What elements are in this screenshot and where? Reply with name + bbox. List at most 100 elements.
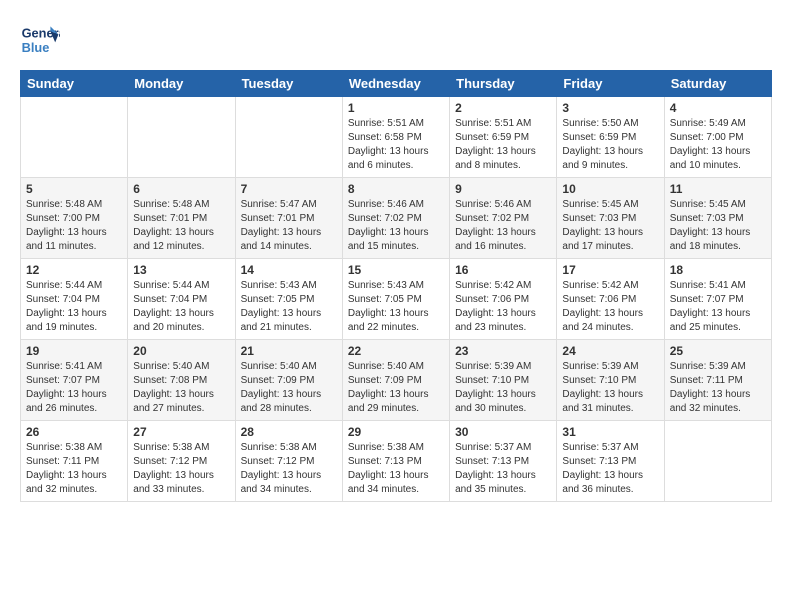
day-number: 17 — [562, 263, 658, 277]
weekday-header-thursday: Thursday — [450, 71, 557, 97]
day-cell: 17Sunrise: 5:42 AM Sunset: 7:06 PM Dayli… — [557, 259, 664, 340]
day-info: Sunrise: 5:39 AM Sunset: 7:11 PM Dayligh… — [670, 360, 766, 416]
day-number: 12 — [26, 263, 122, 277]
svg-text:Blue: Blue — [22, 40, 50, 55]
day-cell: 7 Sunrise: 5:47 AM Sunset: 7:01 PM Daylig… — [235, 178, 342, 259]
day-number: 8 — [348, 182, 444, 196]
day-number: 25 — [670, 344, 766, 358]
day-cell: 18 Sunrise: 5:41 AM Sunset: 7:07 PM Dayli… — [664, 259, 771, 340]
day-info: Sunrise: 5:38 AM Sunset: 7:12 PM Dayligh… — [133, 441, 229, 497]
day-info: Sunrise: 5:39 AM Sunset: 7:10 PM Dayligh… — [455, 360, 551, 416]
day-cell: 23 Sunrise: 5:39 AM Sunset: 7:10 PM Dayli… — [450, 340, 557, 421]
day-number: 6 — [133, 182, 229, 196]
day-number: 18 — [670, 263, 766, 277]
weekday-header-wednesday: Wednesday — [342, 71, 449, 97]
day-number: 27 — [133, 425, 229, 439]
day-info: Sunrise: 5:44 AM Sunset: 7:04 PM Dayligh… — [26, 279, 122, 335]
day-number: 7 — [241, 182, 337, 196]
day-info: Sunrise: 5:44 AM Sunset: 7:04 PM Dayligh… — [133, 279, 229, 335]
day-number: 26 — [26, 425, 122, 439]
day-cell: 5 Sunrise: 5:48 AM Sunset: 7:00 PM Daylig… — [21, 178, 128, 259]
day-number: 5 — [26, 182, 122, 196]
day-info: Sunrise: 5:46 AM Sunset: 7:02 PM Dayligh… — [455, 198, 551, 254]
day-cell: 11 Sunrise: 5:45 AM Sunset: 7:03 PM Dayli… — [664, 178, 771, 259]
day-info: Sunrise: 5:37 AM Sunset: 7:13 PM Dayligh… — [562, 441, 658, 497]
day-number: 2 — [455, 101, 551, 115]
week-row-2: 5 Sunrise: 5:48 AM Sunset: 7:00 PM Daylig… — [21, 178, 772, 259]
logo-icon: General Blue — [20, 20, 60, 60]
day-cell — [664, 421, 771, 502]
day-number: 14 — [241, 263, 337, 277]
day-info: Sunrise: 5:45 AM Sunset: 7:03 PM Dayligh… — [562, 198, 658, 254]
day-info: Sunrise: 5:48 AM Sunset: 7:00 PM Dayligh… — [26, 198, 122, 254]
day-info: Sunrise: 5:47 AM Sunset: 7:01 PM Dayligh… — [241, 198, 337, 254]
day-info: Sunrise: 5:49 AM Sunset: 7:00 PM Dayligh… — [670, 117, 766, 173]
day-number: 3 — [562, 101, 658, 115]
day-info: Sunrise: 5:38 AM Sunset: 7:11 PM Dayligh… — [26, 441, 122, 497]
day-cell: 19 Sunrise: 5:41 AM Sunset: 7:07 PM Dayli… — [21, 340, 128, 421]
day-cell: 12 Sunrise: 5:44 AM Sunset: 7:04 PM Dayli… — [21, 259, 128, 340]
day-number: 30 — [455, 425, 551, 439]
day-cell: 3Sunrise: 5:50 AM Sunset: 6:59 PM Daylig… — [557, 97, 664, 178]
day-info: Sunrise: 5:41 AM Sunset: 7:07 PM Dayligh… — [670, 279, 766, 335]
day-cell: 6 Sunrise: 5:48 AM Sunset: 7:01 PM Daylig… — [128, 178, 235, 259]
day-number: 4 — [670, 101, 766, 115]
day-number: 1 — [348, 101, 444, 115]
day-info: Sunrise: 5:38 AM Sunset: 7:13 PM Dayligh… — [348, 441, 444, 497]
day-number: 9 — [455, 182, 551, 196]
day-number: 20 — [133, 344, 229, 358]
week-row-5: 26 Sunrise: 5:38 AM Sunset: 7:11 PM Dayli… — [21, 421, 772, 502]
day-cell: 27 Sunrise: 5:38 AM Sunset: 7:12 PM Dayli… — [128, 421, 235, 502]
day-cell: 21Sunrise: 5:40 AM Sunset: 7:09 PM Dayli… — [235, 340, 342, 421]
day-cell — [235, 97, 342, 178]
header: General Blue — [20, 20, 772, 60]
day-cell: 29 Sunrise: 5:38 AM Sunset: 7:13 PM Dayli… — [342, 421, 449, 502]
day-cell: 16 Sunrise: 5:42 AM Sunset: 7:06 PM Dayli… — [450, 259, 557, 340]
day-number: 19 — [26, 344, 122, 358]
day-info: Sunrise: 5:46 AM Sunset: 7:02 PM Dayligh… — [348, 198, 444, 254]
day-cell: 26 Sunrise: 5:38 AM Sunset: 7:11 PM Dayli… — [21, 421, 128, 502]
day-cell: 8 Sunrise: 5:46 AM Sunset: 7:02 PM Daylig… — [342, 178, 449, 259]
day-cell: 22 Sunrise: 5:40 AM Sunset: 7:09 PM Dayli… — [342, 340, 449, 421]
day-number: 22 — [348, 344, 444, 358]
day-info: Sunrise: 5:48 AM Sunset: 7:01 PM Dayligh… — [133, 198, 229, 254]
weekday-header-sunday: Sunday — [21, 71, 128, 97]
day-cell: 13 Sunrise: 5:44 AM Sunset: 7:04 PM Dayli… — [128, 259, 235, 340]
page: General Blue SundayMondayTuesdayWednesda… — [0, 0, 792, 512]
day-info: Sunrise: 5:42 AM Sunset: 7:06 PM Dayligh… — [455, 279, 551, 335]
day-cell: 14 Sunrise: 5:43 AM Sunset: 7:05 PM Dayli… — [235, 259, 342, 340]
calendar-table: SundayMondayTuesdayWednesdayThursdayFrid… — [20, 70, 772, 502]
logo: General Blue — [20, 20, 64, 60]
day-cell: 1 Sunrise: 5:51 AM Sunset: 6:58 PM Daylig… — [342, 97, 449, 178]
day-info: Sunrise: 5:40 AM Sunset: 7:09 PM Dayligh… — [348, 360, 444, 416]
day-cell — [128, 97, 235, 178]
day-cell: 30Sunrise: 5:37 AM Sunset: 7:13 PM Dayli… — [450, 421, 557, 502]
weekday-header-row: SundayMondayTuesdayWednesdayThursdayFrid… — [21, 71, 772, 97]
day-info: Sunrise: 5:51 AM Sunset: 6:58 PM Dayligh… — [348, 117, 444, 173]
day-cell — [21, 97, 128, 178]
week-row-1: 1 Sunrise: 5:51 AM Sunset: 6:58 PM Daylig… — [21, 97, 772, 178]
day-number: 16 — [455, 263, 551, 277]
day-number: 11 — [670, 182, 766, 196]
day-number: 13 — [133, 263, 229, 277]
day-info: Sunrise: 5:41 AM Sunset: 7:07 PM Dayligh… — [26, 360, 122, 416]
day-cell: 2Sunrise: 5:51 AM Sunset: 6:59 PM Daylig… — [450, 97, 557, 178]
weekday-header-monday: Monday — [128, 71, 235, 97]
day-info: Sunrise: 5:43 AM Sunset: 7:05 PM Dayligh… — [241, 279, 337, 335]
day-cell: 24Sunrise: 5:39 AM Sunset: 7:10 PM Dayli… — [557, 340, 664, 421]
day-cell: 4 Sunrise: 5:49 AM Sunset: 7:00 PM Daylig… — [664, 97, 771, 178]
day-number: 29 — [348, 425, 444, 439]
day-number: 15 — [348, 263, 444, 277]
day-number: 28 — [241, 425, 337, 439]
day-cell: 20Sunrise: 5:40 AM Sunset: 7:08 PM Dayli… — [128, 340, 235, 421]
day-info: Sunrise: 5:43 AM Sunset: 7:05 PM Dayligh… — [348, 279, 444, 335]
week-row-3: 12 Sunrise: 5:44 AM Sunset: 7:04 PM Dayli… — [21, 259, 772, 340]
day-number: 21 — [241, 344, 337, 358]
week-row-4: 19 Sunrise: 5:41 AM Sunset: 7:07 PM Dayli… — [21, 340, 772, 421]
day-cell: 9 Sunrise: 5:46 AM Sunset: 7:02 PM Daylig… — [450, 178, 557, 259]
day-number: 24 — [562, 344, 658, 358]
day-cell: 28Sunrise: 5:38 AM Sunset: 7:12 PM Dayli… — [235, 421, 342, 502]
day-info: Sunrise: 5:45 AM Sunset: 7:03 PM Dayligh… — [670, 198, 766, 254]
day-number: 23 — [455, 344, 551, 358]
day-number: 10 — [562, 182, 658, 196]
